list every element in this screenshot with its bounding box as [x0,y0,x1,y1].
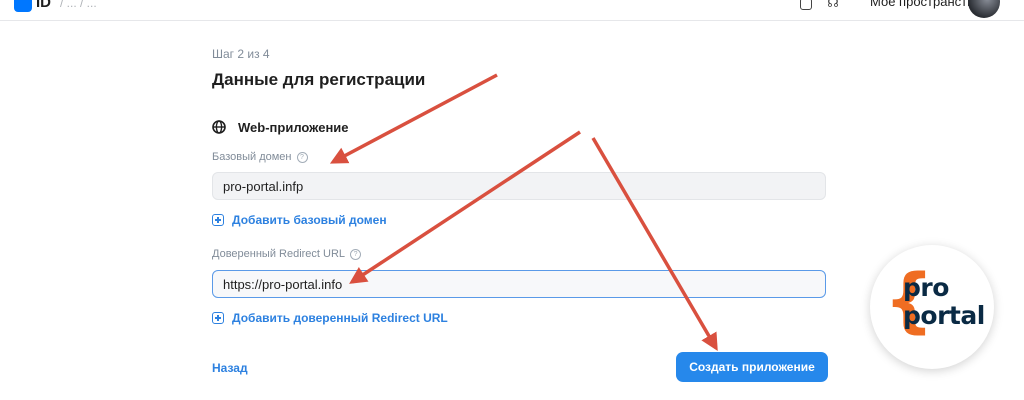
base-domain-label-text: Базовый домен [212,151,292,163]
redirect-url-input[interactable] [212,270,826,298]
base-domain-input[interactable] [212,172,826,200]
section-title: Web-приложение [238,119,349,135]
workspace-label[interactable]: Мое пространство [870,0,981,9]
logo-line-2: portal [903,301,985,330]
vk-id-logo[interactable] [14,0,32,12]
top-bar: ID / ... / ... ☊ Мое пространство [0,0,1024,21]
add-base-domain-label: Добавить базовый домен [232,213,387,227]
logo-line-1: pro [903,273,949,302]
step-indicator: Шаг 2 из 4 [212,47,270,61]
add-base-domain-button[interactable]: Добавить базовый домен [212,213,387,227]
back-link[interactable]: Назад [212,361,248,375]
section-web-app: Web-приложение [212,118,349,136]
create-app-button[interactable]: Создать приложение [676,352,828,382]
pro-portal-logo: { pro portal [870,245,994,369]
base-domain-label: Базовый домен ? [212,151,308,163]
annotation-arrow [591,137,718,352]
globe-icon [212,120,226,134]
breadcrumb[interactable]: / ... / ... [60,0,97,10]
notifications-icon[interactable] [800,0,812,10]
redirect-url-label-text: Доверенный Redirect URL [212,248,346,260]
logo-text: ID [36,0,51,11]
annotation-arrows [329,73,718,352]
support-icon[interactable]: ☊ [826,0,840,10]
redirect-url-label: Доверенный Redirect URL ? [212,248,362,260]
avatar[interactable] [968,0,1000,18]
annotation-arrow [349,130,581,284]
page-title: Данные для регистрации [212,70,426,89]
help-icon[interactable]: ? [296,151,308,163]
add-redirect-url-button[interactable]: Добавить доверенный Redirect URL [212,311,448,325]
help-icon[interactable]: ? [350,248,362,260]
add-redirect-url-label: Добавить доверенный Redirect URL [232,311,448,325]
plus-square-icon [212,214,224,226]
plus-square-icon [212,312,224,324]
